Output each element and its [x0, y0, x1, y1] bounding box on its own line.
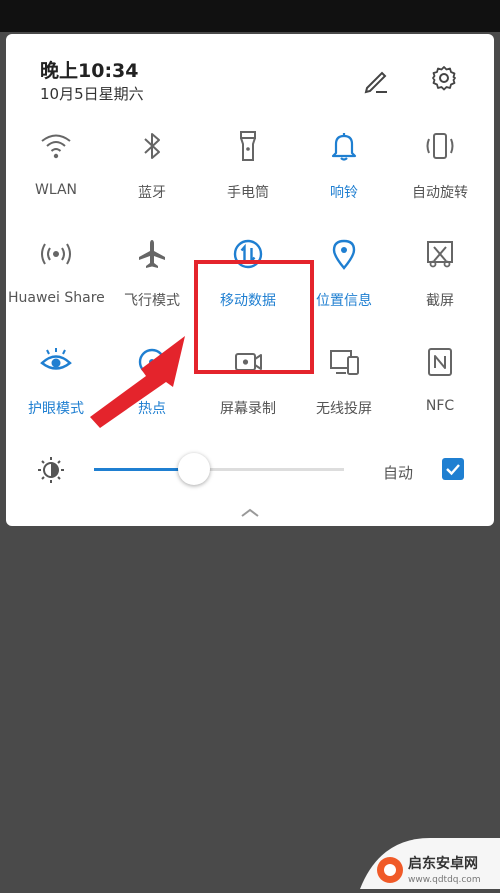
airplane-icon	[139, 240, 165, 268]
tile-eye-care[interactable]: 护眼模式	[8, 342, 104, 418]
tile-label: 自动旋转	[412, 185, 468, 201]
tile-flashlight[interactable]: 手电筒	[200, 126, 296, 202]
cast-icon	[330, 350, 359, 375]
tile-label: 手电筒	[227, 185, 269, 201]
tile-airplane[interactable]: 飞行模式	[104, 234, 200, 310]
highlight-box	[194, 260, 314, 374]
location-icon	[332, 239, 356, 270]
tile-label: 热点	[138, 401, 166, 417]
flashlight-icon	[240, 131, 256, 161]
auto-rotate-icon	[426, 133, 454, 159]
bell-icon	[331, 133, 357, 161]
brightness-icon	[36, 455, 66, 489]
quick-settings-panel: 晚上10:34 10月5日星期六 WLAN 蓝牙 手电筒 响铃 自动旋转 Hua…	[6, 34, 494, 526]
tile-label: 截屏	[426, 293, 454, 309]
tile-label: 飞行模式	[124, 293, 180, 309]
brightness-slider[interactable]	[94, 453, 344, 485]
eye-icon	[40, 348, 72, 370]
brightness-slider-thumb[interactable]	[178, 453, 210, 485]
tile-label: 护眼模式	[28, 401, 84, 417]
checkmark-icon	[446, 464, 460, 476]
tile-hotspot[interactable]: 热点	[104, 342, 200, 418]
status-bar-area	[0, 0, 500, 32]
tile-ring[interactable]: 响铃	[296, 126, 392, 202]
huawei-share-icon	[41, 243, 71, 265]
edit-icon[interactable]	[362, 66, 390, 94]
tile-nfc[interactable]: NFC	[392, 342, 488, 414]
watermark-logo: 启东安卓网 www.qdtdq.com	[360, 838, 500, 889]
tile-label: 无线投屏	[316, 401, 372, 417]
auto-brightness-checkbox[interactable]	[442, 458, 464, 480]
clock-date: 10月5日星期六	[40, 85, 144, 103]
tile-label: NFC	[425, 398, 455, 414]
nfc-icon	[428, 348, 452, 376]
auto-brightness-label: 自动	[383, 464, 414, 482]
tile-screenshot[interactable]: 截屏	[392, 234, 488, 310]
tile-label: WLAN	[34, 182, 77, 198]
tile-label: 响铃	[330, 185, 358, 201]
tile-auto-rotate[interactable]: 自动旋转	[392, 126, 488, 202]
svg-text:www.qdtdq.com: www.qdtdq.com	[408, 875, 481, 885]
bluetooth-icon	[144, 133, 160, 159]
tile-label: 屏幕录制	[220, 401, 276, 417]
hotspot-icon	[138, 348, 166, 376]
chevron-up-icon[interactable]	[238, 504, 262, 523]
tile-bluetooth[interactable]: 蓝牙	[104, 126, 200, 202]
wifi-icon	[41, 134, 71, 159]
gear-icon[interactable]	[430, 64, 458, 92]
tile-wlan[interactable]: WLAN	[8, 126, 104, 198]
clock-time: 晚上10:34	[40, 60, 139, 82]
tile-huawei-share[interactable]: Huawei Share	[8, 234, 105, 306]
svg-text:启东安卓网: 启东安卓网	[408, 855, 478, 872]
screenshot-icon	[427, 241, 453, 268]
tile-label: 蓝牙	[138, 185, 166, 201]
tile-label: Huawei Share	[8, 290, 105, 306]
